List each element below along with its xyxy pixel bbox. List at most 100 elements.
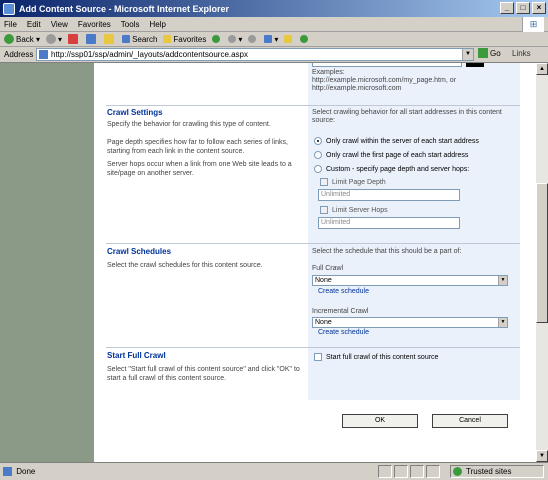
minimize-button[interactable]: _ — [500, 2, 514, 14]
address-bar: Address http://ssp01/ssp/admin/_layouts/… — [0, 47, 548, 63]
links-button[interactable]: Links — [512, 49, 531, 58]
start-addresses-textarea[interactable] — [312, 63, 462, 67]
radio-button[interactable] — [314, 151, 322, 159]
search-button[interactable]: Search — [122, 35, 157, 44]
radio-button[interactable] — [314, 165, 322, 173]
refresh-icon — [86, 34, 97, 44]
favorites-button[interactable]: Favorites — [163, 35, 206, 44]
start-full-crawl-title: Start Full Crawl — [107, 351, 166, 360]
go-button[interactable]: Go — [478, 48, 501, 58]
server-hops-desc: Server hops occur when a link from one W… — [107, 161, 292, 177]
menu-edit[interactable]: Edit — [27, 20, 41, 29]
menu-help[interactable]: Help — [149, 20, 165, 29]
example-url-2: http://example.microsoft.com — [312, 85, 402, 92]
ok-button[interactable]: OK — [342, 414, 418, 428]
scroll-down-icon[interactable]: ▼ — [536, 450, 548, 462]
dropdown-arrow-icon[interactable]: ▼ — [498, 276, 507, 285]
home-button[interactable] — [104, 34, 116, 44]
menu-bar: File Edit View Favorites Tools Help ⊞ — [0, 17, 548, 32]
search-icon — [122, 35, 131, 43]
status-bar: Done Trusted sites — [0, 462, 548, 480]
address-dropdown-icon[interactable]: ▼ — [462, 49, 473, 60]
checkbox[interactable] — [320, 178, 328, 186]
radio-custom[interactable]: Custom - specify page depth and server h… — [314, 165, 469, 173]
go-arrow-icon — [478, 48, 488, 58]
checkbox[interactable] — [320, 206, 328, 214]
forward-arrow-icon — [46, 34, 57, 44]
example-url-1: http://example.microsoft.com/my_page.htm… — [312, 77, 456, 84]
window-title: Add Content Source - Microsoft Internet … — [19, 3, 230, 14]
section-divider — [106, 243, 520, 244]
full-create-schedule-link[interactable]: Create schedule — [318, 288, 369, 295]
vertical-scrollbar[interactable]: ▲ ▼ — [536, 63, 548, 462]
print-icon — [248, 35, 257, 43]
crawl-settings-title: Crawl Settings — [107, 108, 163, 117]
full-crawl-label: Full Crawl — [312, 265, 344, 272]
edit-button[interactable]: ▾ — [264, 35, 278, 44]
status-cell — [410, 465, 424, 478]
examples-label: Examples: — [312, 69, 345, 76]
page-viewport: Examples: http://example.microsoft.com/m… — [0, 63, 536, 462]
start-full-crawl-checkbox[interactable]: Start full crawl of this content source — [314, 353, 438, 361]
discuss-button[interactable] — [284, 35, 294, 43]
incremental-crawl-select[interactable]: None ▼ — [312, 317, 508, 328]
page-depth-desc: Page depth specifies how far to follow e… — [107, 139, 288, 155]
schedule-instruction: Select the schedule that this should be … — [312, 248, 462, 255]
print-button[interactable] — [248, 35, 258, 43]
limit-page-depth-checkbox[interactable]: Limit Page Depth — [320, 178, 386, 186]
menu-file[interactable]: File — [4, 20, 17, 29]
back-button[interactable]: Back ▾ — [4, 34, 40, 44]
radio-first-page[interactable]: Only crawl the first page of each start … — [314, 151, 468, 159]
scroll-up-icon[interactable]: ▲ — [536, 63, 548, 75]
messenger-button[interactable] — [300, 35, 310, 43]
history-button[interactable] — [212, 35, 222, 43]
start-full-crawl-desc: Select "Start full crawl of this content… — [107, 366, 300, 382]
main-content: Examples: http://example.microsoft.com/m… — [94, 63, 536, 462]
section-divider — [106, 105, 520, 106]
mail-icon — [228, 35, 237, 43]
checkbox[interactable] — [314, 353, 322, 361]
menu-favorites[interactable]: Favorites — [78, 20, 111, 29]
limit-server-hops-checkbox[interactable]: Limit Server Hops — [320, 206, 388, 214]
incremental-crawl-label: Incremental Crawl — [312, 308, 369, 315]
menu-tools[interactable]: Tools — [121, 20, 140, 29]
section-divider — [106, 347, 520, 348]
stop-button[interactable] — [68, 34, 80, 44]
radio-button[interactable] — [314, 137, 322, 145]
dropdown-arrow-icon[interactable]: ▼ — [498, 318, 507, 327]
mail-button[interactable]: ▾ — [228, 35, 242, 44]
star-icon — [163, 35, 172, 43]
textarea-scrollbar[interactable] — [466, 63, 484, 67]
cancel-button[interactable]: Cancel — [432, 414, 508, 428]
close-button[interactable]: × — [532, 2, 546, 14]
page-icon — [39, 50, 48, 59]
security-zone: Trusted sites — [450, 465, 544, 478]
folder-icon — [284, 35, 293, 43]
crawl-schedules-desc: Select the crawl schedules for this cont… — [107, 262, 263, 269]
trusted-sites-icon — [453, 467, 462, 476]
windows-logo-icon: ⊞ — [522, 17, 544, 32]
server-hops-input[interactable]: Unlimited — [318, 217, 460, 229]
history-icon — [212, 35, 221, 43]
scroll-thumb[interactable] — [536, 183, 548, 323]
crawl-behavior-instruction: Select crawling behavior for all start a… — [312, 109, 502, 124]
full-crawl-select[interactable]: None ▼ — [312, 275, 508, 286]
status-cell — [394, 465, 408, 478]
left-navigation — [0, 63, 94, 462]
address-url: http://ssp01/ssp/admin/_layouts/addconte… — [51, 50, 249, 59]
messenger-icon — [300, 35, 309, 43]
status-cell — [378, 465, 392, 478]
page-depth-input[interactable]: Unlimited — [318, 189, 460, 201]
refresh-button[interactable] — [86, 34, 98, 44]
radio-within-server[interactable]: Only crawl within the server of each sta… — [314, 137, 479, 145]
address-input[interactable]: http://ssp01/ssp/admin/_layouts/addconte… — [36, 48, 474, 61]
home-icon — [104, 34, 115, 44]
address-label: Address — [4, 50, 34, 59]
stop-icon — [68, 34, 79, 44]
maximize-button[interactable]: □ — [516, 2, 530, 14]
crawl-schedules-title: Crawl Schedules — [107, 247, 172, 256]
back-arrow-icon — [4, 34, 14, 44]
menu-view[interactable]: View — [51, 20, 68, 29]
forward-button[interactable]: ▾ — [46, 34, 62, 44]
incremental-create-schedule-link[interactable]: Create schedule — [318, 329, 369, 336]
